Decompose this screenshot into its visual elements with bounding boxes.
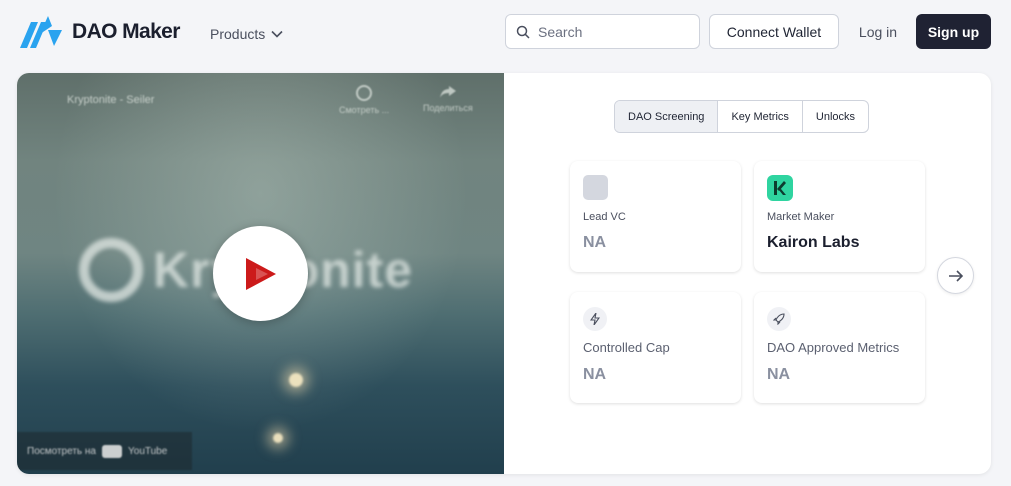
video-title[interactable]: Kryptonite - Seiler bbox=[67, 94, 154, 106]
share-label: Поделиться bbox=[423, 103, 473, 113]
share-icon bbox=[439, 86, 456, 98]
lightning-icon bbox=[583, 307, 607, 331]
play-icon bbox=[245, 257, 276, 290]
connect-wallet-button[interactable]: Connect Wallet bbox=[709, 14, 839, 49]
dao-approved-metrics-label: DAO Approved Metrics bbox=[767, 340, 900, 355]
lead-vc-value: NA bbox=[583, 234, 607, 251]
search-box[interactable] bbox=[505, 14, 700, 49]
lead-vc-label: Lead VC bbox=[583, 211, 626, 223]
products-label: Products bbox=[210, 26, 266, 42]
controlled-cap-card: Controlled Cap NA bbox=[570, 292, 741, 403]
clock-icon bbox=[356, 85, 373, 101]
play-button[interactable] bbox=[213, 226, 308, 321]
tab-unlocks[interactable]: Unlocks bbox=[801, 101, 868, 132]
project-card: Kryptonite - Seiler Смотреть ... Поделит… bbox=[17, 73, 991, 474]
controlled-cap-label: Controlled Cap bbox=[583, 340, 670, 355]
lead-vc-card: Lead VC NA bbox=[570, 161, 741, 272]
tab-dao-screening[interactable]: DAO Screening bbox=[615, 101, 718, 132]
market-maker-label: Market Maker bbox=[767, 211, 835, 223]
watch-on-label: Посмотреть на bbox=[27, 445, 96, 457]
market-maker-value[interactable]: Kairon Labs bbox=[767, 234, 859, 252]
rocket-icon bbox=[767, 307, 791, 331]
login-button[interactable]: Log in bbox=[852, 14, 904, 49]
watch-later-action[interactable]: Смотреть ... bbox=[339, 85, 389, 115]
share-action[interactable]: Поделиться bbox=[423, 85, 473, 113]
watch-later-label: Смотреть ... bbox=[339, 105, 390, 115]
controlled-cap-value: NA bbox=[583, 366, 607, 383]
signup-button[interactable]: Sign up bbox=[916, 14, 991, 49]
dao-approved-metrics-card: DAO Approved Metrics NA bbox=[754, 292, 925, 403]
search-icon bbox=[516, 25, 530, 39]
top-header: DAO Maker Products Connect Wallet Log in… bbox=[0, 0, 1011, 64]
light-reflection bbox=[289, 373, 303, 387]
youtube-label: YouTube bbox=[128, 445, 168, 457]
brand-logo[interactable]: DAO Maker bbox=[18, 14, 180, 50]
tab-key-metrics[interactable]: Key Metrics bbox=[717, 101, 801, 132]
market-maker-card: Market Maker Kairon Labs bbox=[754, 161, 925, 272]
watch-on-youtube-link[interactable]: Посмотреть на YouTube bbox=[17, 432, 192, 470]
kryptonite-mark-icon bbox=[79, 238, 143, 302]
metrics-tabs: DAO Screening Key Metrics Unlocks bbox=[614, 100, 870, 133]
products-menu[interactable]: Products bbox=[210, 26, 283, 42]
search-input[interactable] bbox=[538, 23, 678, 40]
dao-approved-metrics-value: NA bbox=[767, 366, 791, 383]
video-player[interactable]: Kryptonite - Seiler Смотреть ... Поделит… bbox=[17, 73, 504, 474]
kairon-labs-logo-icon bbox=[767, 175, 793, 201]
next-button[interactable] bbox=[937, 257, 974, 294]
lead-vc-placeholder-icon bbox=[583, 175, 608, 200]
brand-name: DAO Maker bbox=[72, 20, 180, 43]
light-reflection bbox=[273, 433, 283, 443]
arrow-right-icon bbox=[948, 269, 963, 282]
chevron-down-icon bbox=[271, 30, 283, 38]
dao-maker-logo-icon bbox=[20, 16, 62, 48]
youtube-logo-icon bbox=[102, 444, 122, 458]
